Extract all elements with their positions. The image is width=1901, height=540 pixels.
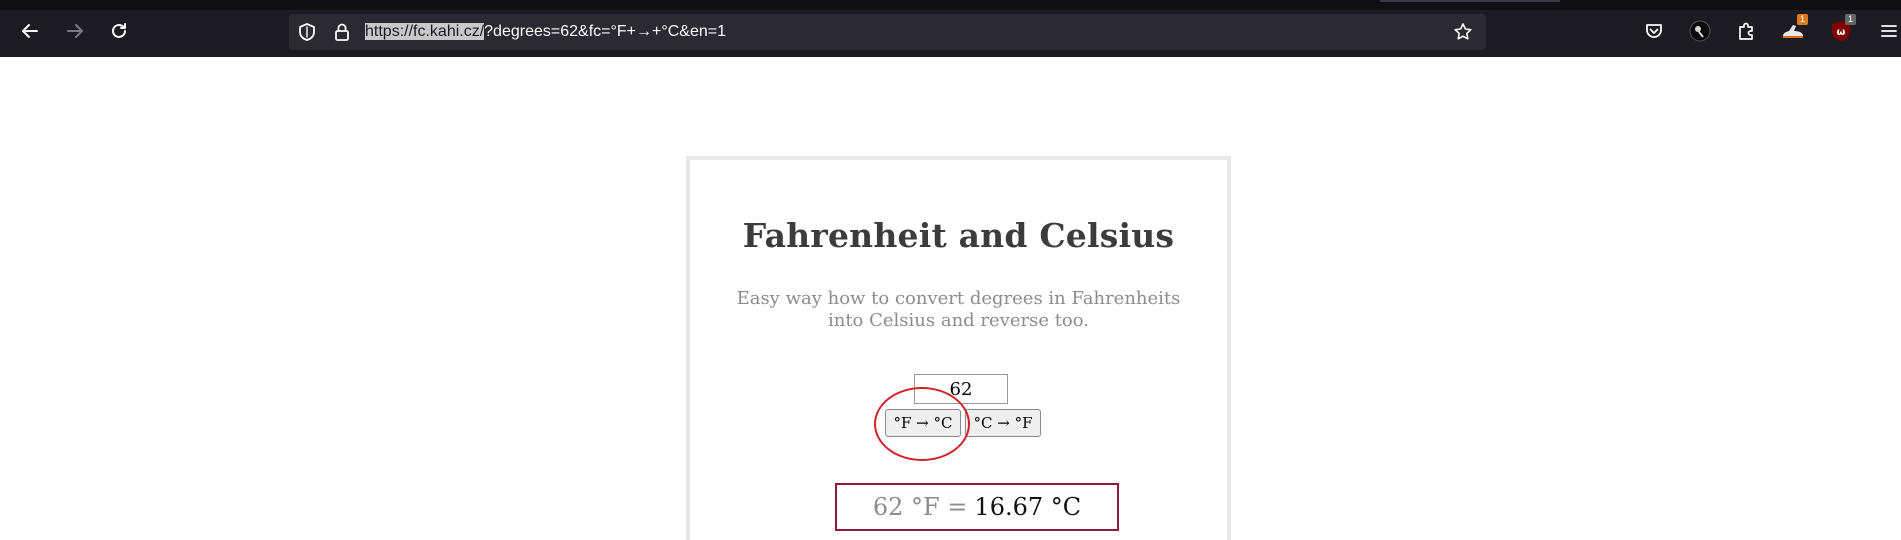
back-button[interactable]: [16, 18, 44, 44]
tab-strip: [0, 0, 1901, 10]
tab-edge: [1380, 0, 1560, 2]
ublock-icon[interactable]: ω 1: [1828, 14, 1856, 44]
pocket-icon[interactable]: [1641, 18, 1667, 44]
c-to-f-button[interactable]: °C → °F: [965, 409, 1041, 437]
bookmark-star-icon[interactable]: [1451, 20, 1475, 44]
f-to-c-button[interactable]: °F → °C: [885, 409, 961, 437]
url-text[interactable]: https://fc.kahi.cz/?degrees=62&fc=°F+→+°…: [365, 23, 726, 41]
page-subtitle: Easy way how to convert degrees in Fahre…: [736, 288, 1181, 331]
back-arrow-icon: [22, 24, 38, 38]
forward-button[interactable]: [61, 18, 89, 44]
extensions-puzzle-icon[interactable]: [1733, 18, 1759, 44]
extension-avatar-icon[interactable]: [1687, 18, 1713, 44]
forward-arrow-icon: [67, 24, 83, 38]
extension-shoe-icon[interactable]: 1: [1780, 14, 1808, 44]
url-query-part: ?degrees=62&fc=°F+→+°C&en=1: [484, 23, 726, 40]
svg-text:ω: ω: [1837, 27, 1846, 38]
browser-toolbar: https://fc.kahi.cz/?degrees=62&fc=°F+→+°…: [0, 0, 1901, 57]
menu-hamburger-icon[interactable]: [1876, 18, 1901, 44]
converter-card: Fahrenheit and Celsius Easy way how to c…: [686, 156, 1231, 540]
result-output-value: 16.67 °C: [974, 493, 1082, 521]
tracking-protection-shield-icon[interactable]: [295, 20, 319, 44]
page-title: Fahrenheit and Celsius: [742, 216, 1175, 255]
extension-badge: 1: [1796, 14, 1808, 25]
url-selected-part: https://fc.kahi.cz/: [365, 23, 485, 40]
lock-icon[interactable]: [330, 20, 354, 44]
degrees-input[interactable]: [914, 374, 1008, 404]
reload-button[interactable]: [105, 18, 133, 44]
reload-icon: [112, 23, 126, 38]
extension-badge: 1: [1844, 14, 1856, 25]
result-box: 62 °F = 16.67 °C: [835, 483, 1119, 531]
result-input-value: 62 °F =: [872, 493, 968, 521]
url-bar[interactable]: https://fc.kahi.cz/?degrees=62&fc=°F+→+°…: [289, 14, 1486, 50]
